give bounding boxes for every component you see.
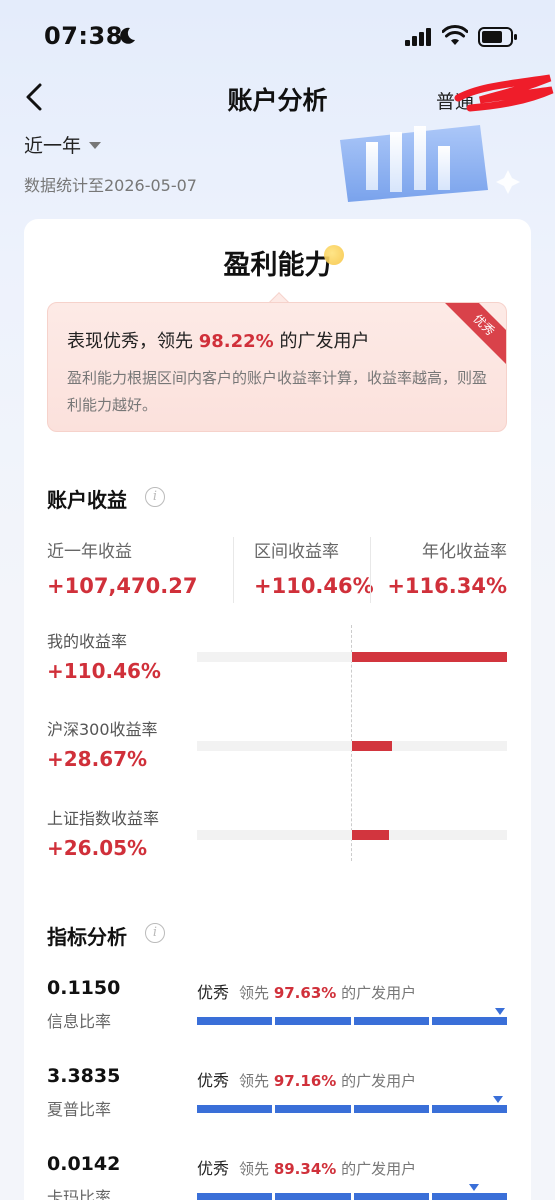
sse-return-value: +26.05% xyxy=(47,836,148,860)
chart-illustration xyxy=(340,125,520,202)
period-label: 近一年 xyxy=(24,135,82,157)
kpi-period-income: 近一年收益 +107,470.27 xyxy=(47,542,198,598)
ability-title: 盈利能力 xyxy=(223,250,332,281)
kpi-annualized-return: 年化收益率 +116.34% xyxy=(387,542,507,598)
return-bar-fill xyxy=(352,652,507,662)
return-bar-track xyxy=(197,830,507,840)
status-time: 07:38 xyxy=(44,22,123,50)
battery-icon xyxy=(478,27,517,47)
csi300-return-label: 沪深300收益率 xyxy=(47,720,158,739)
my-return-value: +110.46% xyxy=(47,659,161,683)
indicator-label: 夏普比率 xyxy=(47,1100,112,1119)
kpi-interval-return: 区间收益率 +110.46% xyxy=(254,542,374,598)
analysis-card: 盈利能力 优秀 表现优秀，领先 98.22% 的广发用户 盈利能力根据区间内客户… xyxy=(24,219,531,1200)
indicator-label: 卡玛比率 xyxy=(47,1188,112,1200)
indicator-label: 信息比率 xyxy=(47,1012,112,1031)
kpi-divider xyxy=(233,537,234,603)
return-bar-fill xyxy=(352,830,389,840)
indicators-section-title: 指标分析 xyxy=(47,925,127,949)
return-bar-track xyxy=(197,741,507,751)
indicator-value: 3.3835 xyxy=(47,1065,121,1087)
period-dropdown[interactable]: 近一年 xyxy=(24,131,102,158)
info-icon[interactable]: i xyxy=(145,923,165,943)
redaction-scribble xyxy=(454,74,554,112)
indicator-level-bar xyxy=(197,1017,507,1025)
sse-return-label: 上证指数收益率 xyxy=(47,809,160,828)
signal-icon xyxy=(405,28,431,46)
indicator-rank: 优秀 领先 89.34% 的广发用户 xyxy=(197,1159,417,1178)
status-bar: 07:38 xyxy=(0,0,555,72)
caret-down-icon xyxy=(89,142,102,149)
indicator-rank: 优秀 领先 97.63% 的广发用户 xyxy=(197,983,417,1002)
kpi-divider xyxy=(370,537,371,603)
lead-percent: 98.22% xyxy=(198,331,274,352)
indicator-value: 0.0142 xyxy=(47,1153,121,1175)
indicator-rank: 优秀 领先 97.16% 的广发用户 xyxy=(197,1071,417,1090)
stat-date: 数据统计至2026-05-07 xyxy=(24,176,197,195)
nav-bar: 账户分析 普通 xyxy=(0,72,555,124)
performance-callout: 优秀 表现优秀，领先 98.22% 的广发用户 盈利能力根据区间内客户的账户收益… xyxy=(47,302,507,432)
return-bar-track xyxy=(197,652,507,662)
indicator-level-bar xyxy=(197,1193,507,1200)
my-return-label: 我的收益率 xyxy=(47,632,128,651)
indicator-level-bar xyxy=(197,1105,507,1113)
level-marker-icon xyxy=(493,1096,503,1103)
performance-headline: 表现优秀，领先 98.22% 的广发用户 xyxy=(67,331,370,352)
return-bar-fill xyxy=(352,741,392,751)
wifi-icon xyxy=(442,25,468,45)
level-marker-icon xyxy=(495,1008,505,1015)
csi300-return-value: +28.67% xyxy=(47,747,148,771)
performance-description: 盈利能力根据区间内客户的账户收益率计算，收益率越高，则盈利能力越好。 xyxy=(67,369,488,414)
grade-badge: 优秀 xyxy=(440,303,506,369)
level-marker-icon xyxy=(469,1184,479,1191)
moon-icon xyxy=(120,27,135,44)
indicator-value: 0.1150 xyxy=(47,977,121,999)
returns-section-title: 账户收益 xyxy=(47,488,127,512)
info-icon[interactable]: i xyxy=(145,487,165,507)
sparkle-icon xyxy=(324,245,344,265)
